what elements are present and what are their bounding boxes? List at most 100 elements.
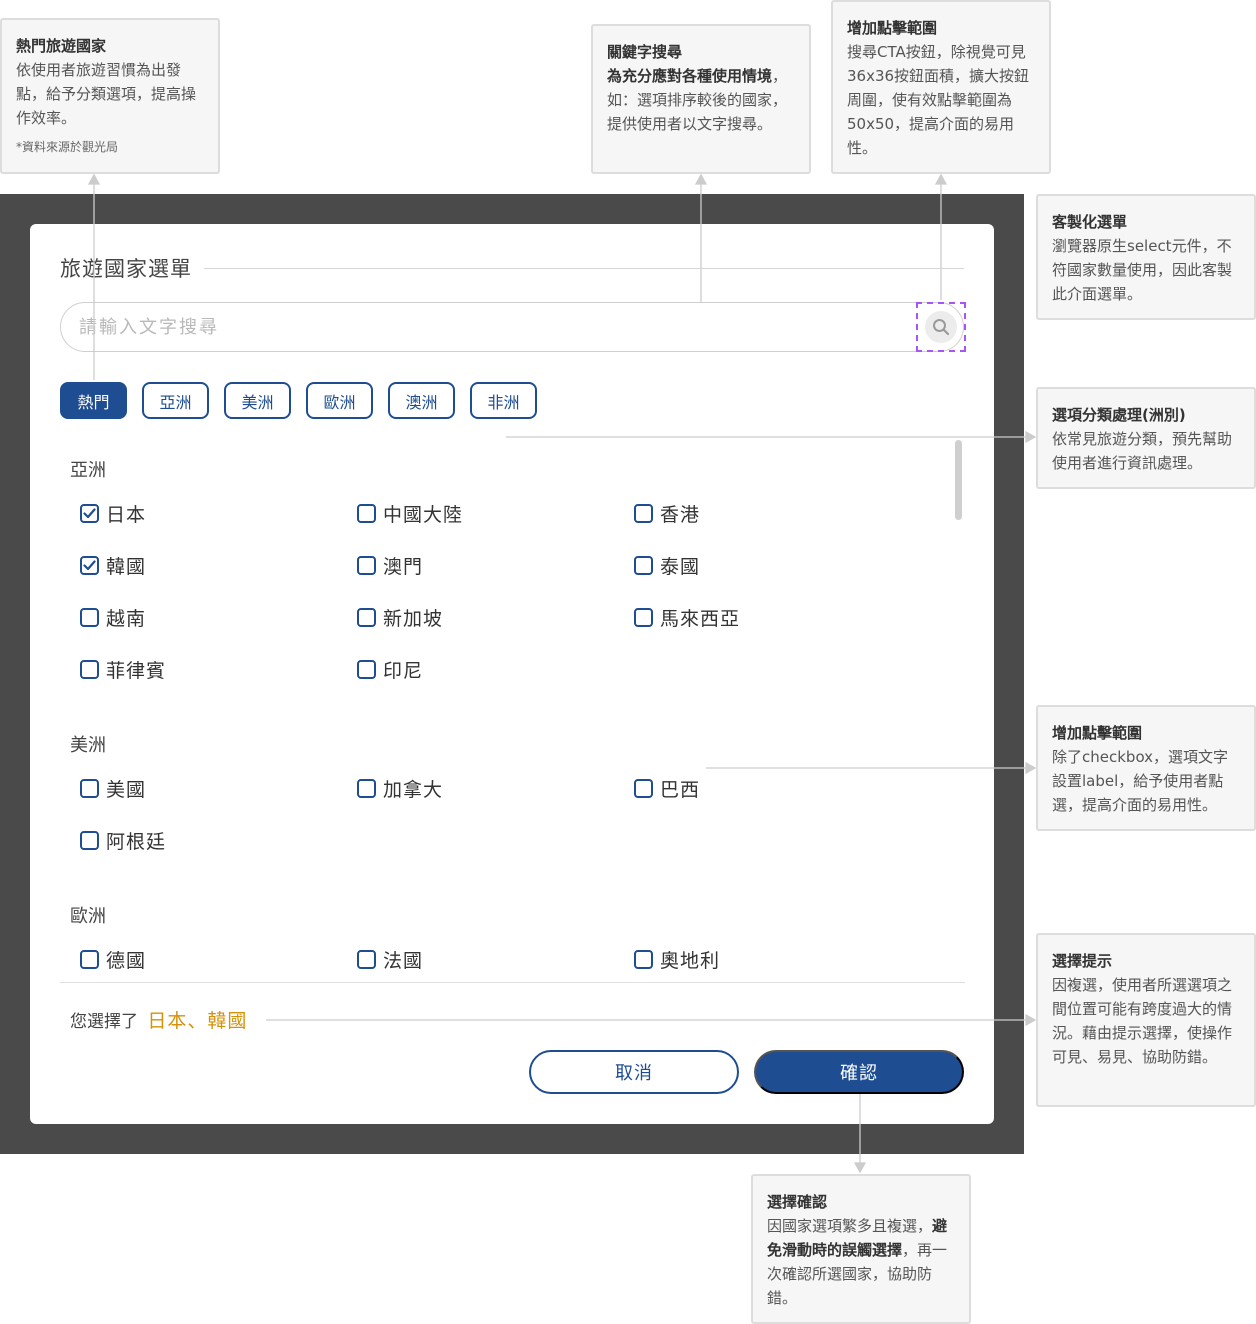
cancel-button[interactable]: 取消 — [529, 1050, 739, 1094]
checkbox[interactable] — [357, 659, 376, 679]
note-confirm-title: 選擇確認 — [767, 1193, 828, 1211]
checkbox[interactable] — [80, 830, 99, 850]
tab-2[interactable]: 美洲 — [224, 382, 291, 419]
country-label[interactable]: 菲律賓 — [106, 656, 166, 683]
country-label[interactable]: 美國 — [106, 775, 146, 802]
country-label[interactable]: 德國 — [106, 946, 146, 973]
country-option[interactable]: 美國 — [80, 773, 146, 803]
checkbox[interactable] — [80, 659, 99, 679]
tab-5[interactable]: 非洲 — [470, 382, 537, 419]
checkbox[interactable] — [80, 503, 99, 523]
note-custom-select-title: 客製化選單 — [1052, 213, 1128, 231]
checkbox[interactable] — [80, 778, 99, 798]
country-select-dialog: 旅遊國家選單 熱門亞洲美洲歐洲澳洲非洲 亞洲日本中國大陸香港韓國澳門泰國越南新加… — [30, 224, 994, 1124]
scrollbar-thumb[interactable] — [955, 440, 962, 520]
country-option[interactable]: 中國大陸 — [357, 498, 463, 528]
scrollbar[interactable] — [953, 440, 963, 980]
country-option[interactable]: 奧地利 — [634, 944, 720, 974]
note-hot-countries-title: 熱門旅遊國家 — [16, 37, 107, 55]
checkbox[interactable] — [357, 778, 376, 798]
country-label[interactable]: 法國 — [383, 946, 423, 973]
country-option[interactable]: 阿根廷 — [80, 825, 166, 855]
country-option[interactable]: 印尼 — [357, 654, 423, 684]
tab-3[interactable]: 歐洲 — [306, 382, 373, 419]
region-heading: 美洲 — [70, 735, 106, 756]
country-label[interactable]: 馬來西亞 — [660, 604, 740, 631]
tab-0[interactable]: 熱門 — [60, 382, 127, 419]
country-label[interactable]: 巴西 — [660, 775, 700, 802]
note-custom-select-body: 瀏覽器原生select元件，不符國家數量使用，因此客製此介面選單。 — [1052, 237, 1233, 303]
country-option[interactable]: 菲律賓 — [80, 654, 166, 684]
country-label[interactable]: 加拿大 — [383, 775, 443, 802]
checkbox[interactable] — [80, 555, 99, 575]
note-selection-hint-body: 因複選，使用者所選選項之間位置可能有跨度過大的情況。藉由提示選擇，使操作可見、易… — [1052, 976, 1233, 1066]
country-option[interactable]: 韓國 — [80, 550, 146, 580]
note-custom-select: 客製化選單 瀏覽器原生select元件，不符國家數量使用，因此客製此介面選單。 — [1036, 194, 1256, 320]
dialog-header: 旅遊國家選單 — [60, 254, 964, 282]
note-hot-countries-body: 依使用者旅遊習慣為出發點，給予分類選項，提高操作效率。 — [16, 61, 197, 127]
checkbox[interactable] — [634, 778, 653, 798]
checkmark-icon — [83, 507, 96, 518]
search-button[interactable] — [925, 311, 957, 343]
title-divider — [204, 267, 964, 269]
note-hot-countries-source: *資料來源於觀光局 — [16, 140, 119, 154]
region-heading: 亞洲 — [70, 460, 106, 481]
country-label[interactable]: 印尼 — [383, 656, 423, 683]
search-input[interactable] — [79, 313, 879, 341]
confirm-button[interactable]: 確認 — [754, 1050, 964, 1094]
selection-values: 日本、韓國 — [147, 1010, 248, 1032]
country-option[interactable]: 香港 — [634, 498, 700, 528]
tab-4[interactable]: 澳洲 — [388, 382, 455, 419]
checkmark-icon — [83, 559, 96, 570]
region-heading: 歐洲 — [70, 906, 106, 927]
search-button-hit-area[interactable] — [916, 302, 966, 352]
country-label[interactable]: 韓國 — [106, 552, 146, 579]
country-option[interactable]: 越南 — [80, 602, 146, 632]
note-confirm: 選擇確認 因國家選項繁多且複選，避免滑動時的誤觸選擇，再一次確認所選國家，協助防… — [751, 1174, 971, 1324]
checkbox[interactable] — [80, 949, 99, 969]
checkbox[interactable] — [634, 949, 653, 969]
country-option[interactable]: 法國 — [357, 944, 423, 974]
checkbox[interactable] — [357, 503, 376, 523]
checkbox[interactable] — [357, 949, 376, 969]
country-option[interactable]: 加拿大 — [357, 773, 443, 803]
country-label[interactable]: 泰國 — [660, 552, 700, 579]
country-list[interactable]: 亞洲 日本 中國大陸 香港韓國 澳門 泰國越南 新加坡 馬來西亞菲律賓 印尼美洲 美國 加拿大 巴西阿… — [60, 436, 965, 982]
country-label[interactable]: 奧地利 — [660, 946, 720, 973]
dialog-title: 旅遊國家選單 — [60, 257, 192, 281]
note-categorize-title: 選項分類處理(洲別) — [1052, 406, 1186, 424]
note-keyword-search-body: 為充分應對各種使用情境，如：選項排序較後的國家，提供使用者以文字搜尋。 — [607, 64, 795, 136]
note-categorize: 選項分類處理(洲別) 依常見旅遊分類，預先幫助使用者進行資訊處理。 — [1036, 387, 1256, 489]
checkbox[interactable] — [634, 503, 653, 523]
country-label[interactable]: 阿根廷 — [106, 827, 166, 854]
note-search-hit-area-title: 增加點擊範圍 — [847, 19, 938, 37]
checkbox[interactable] — [80, 607, 99, 627]
country-label[interactable]: 新加坡 — [383, 604, 443, 631]
country-label[interactable]: 日本 — [106, 500, 146, 527]
note-categorize-body: 依常見旅遊分類，預先幫助使用者進行資訊處理。 — [1052, 430, 1233, 472]
checkbox[interactable] — [634, 607, 653, 627]
note-label-hit-area: 增加點擊範圍 除了checkbox，選項文字設置label，給予使用者點選，提高… — [1036, 705, 1256, 831]
note-selection-hint-title: 選擇提示 — [1052, 952, 1113, 970]
country-option[interactable]: 德國 — [80, 944, 146, 974]
country-option[interactable]: 巴西 — [634, 773, 700, 803]
checkbox[interactable] — [357, 607, 376, 627]
country-option[interactable]: 泰國 — [634, 550, 700, 580]
note-keyword-search-emphasis: 為充分應對各種使用情境 — [607, 67, 773, 85]
checkbox[interactable] — [634, 555, 653, 575]
note-keyword-search: 關鍵字搜尋 為充分應對各種使用情境，如：選項排序較後的國家，提供使用者以文字搜尋… — [591, 24, 811, 174]
tab-1[interactable]: 亞洲 — [142, 382, 209, 419]
note-label-hit-area-title: 增加點擊範圍 — [1052, 724, 1143, 742]
list-divider — [60, 982, 965, 983]
country-label[interactable]: 澳門 — [383, 552, 423, 579]
country-option[interactable]: 馬來西亞 — [634, 602, 740, 632]
checkbox[interactable] — [357, 555, 376, 575]
region-tabs: 熱門 亞洲 美洲 歐洲 澳洲 非洲 — [60, 382, 537, 420]
country-option[interactable]: 澳門 — [357, 550, 423, 580]
country-label[interactable]: 香港 — [660, 500, 700, 527]
country-label[interactable]: 中國大陸 — [383, 500, 463, 527]
country-label[interactable]: 越南 — [106, 604, 146, 631]
selection-summary: 您選擇了 日本、韓國 — [70, 1006, 247, 1033]
country-option[interactable]: 新加坡 — [357, 602, 443, 632]
country-option[interactable]: 日本 — [80, 498, 146, 528]
